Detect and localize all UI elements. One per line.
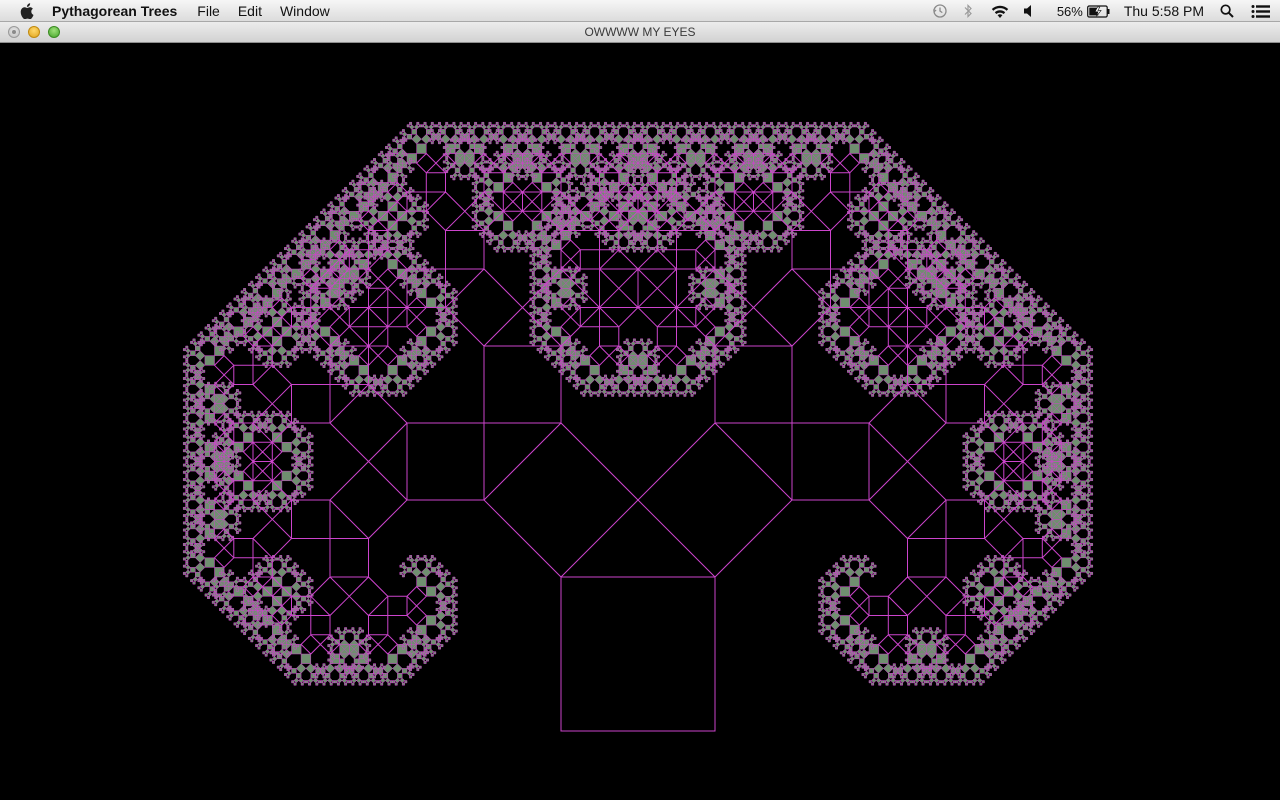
apple-menu-icon[interactable] — [20, 2, 36, 20]
app-menu[interactable]: Pythagorean Trees — [52, 0, 177, 22]
file-menu[interactable]: File — [197, 0, 220, 22]
fractal-canvas[interactable] — [0, 43, 1280, 800]
status-area: 56% Thu 5:58 PM — [929, 0, 1280, 22]
volume-icon[interactable] — [1021, 0, 1037, 22]
wifi-icon[interactable] — [989, 0, 1011, 22]
pythagorean-tree-drawing — [182, 121, 1094, 732]
bluetooth-icon[interactable] — [961, 0, 975, 22]
time-machine-icon[interactable] — [929, 0, 951, 22]
notification-center-icon[interactable] — [1250, 0, 1272, 22]
clock[interactable]: Thu 5:58 PM — [1124, 3, 1204, 19]
battery-percent: 56% — [1056, 3, 1083, 19]
battery-icon[interactable] — [1086, 0, 1112, 22]
window-titlebar[interactable]: OWWWW MY EYES — [0, 22, 1280, 43]
menu-bar: Pythagorean Trees File Edit Window 56% T… — [0, 0, 1280, 22]
spotlight-search-icon[interactable] — [1218, 0, 1236, 22]
window-menu[interactable]: Window — [280, 0, 330, 22]
edit-menu[interactable]: Edit — [238, 0, 262, 22]
window-title: OWWWW MY EYES — [584, 25, 696, 39]
